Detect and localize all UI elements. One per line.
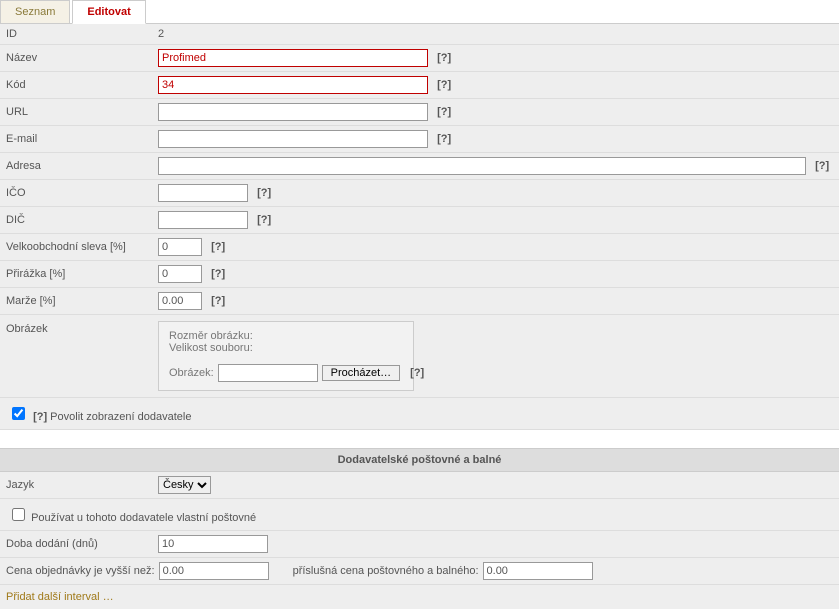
- section-shipping-title: Dodavatelské poštovné a balné: [0, 448, 839, 472]
- input-email[interactable]: [158, 130, 428, 148]
- help-icon[interactable]: [?]: [257, 214, 271, 226]
- label-language: Jazyk: [0, 472, 152, 499]
- input-order-gt[interactable]: [159, 562, 269, 580]
- tab-editovat[interactable]: Editovat: [72, 0, 145, 24]
- checkbox-allow-display[interactable]: [12, 407, 25, 420]
- label-code: Kód: [0, 72, 152, 99]
- value-id: 2: [152, 24, 839, 45]
- image-field-label: Obrázek:: [169, 367, 214, 379]
- help-icon[interactable]: [?]: [211, 268, 225, 280]
- help-icon[interactable]: [?]: [257, 187, 271, 199]
- browse-button[interactable]: Procházet…: [322, 365, 401, 381]
- label-delivery-days: Doba dodání (dnů): [0, 531, 152, 558]
- help-icon[interactable]: [?]: [815, 160, 829, 172]
- image-panel: Rozměr obrázku: Velikost souboru: Obráze…: [158, 321, 414, 391]
- input-address[interactable]: [158, 157, 806, 175]
- image-dim: Rozměr obrázku:: [169, 330, 403, 342]
- input-surcharge[interactable]: [158, 265, 202, 283]
- help-icon[interactable]: [?]: [437, 52, 451, 64]
- allow-display-label: Povolit zobrazení dodavatele: [50, 411, 191, 423]
- add-interval-link[interactable]: Přidat další interval …: [0, 585, 839, 609]
- help-icon[interactable]: [?]: [33, 411, 47, 423]
- use-own-shipping-label: Používat u tohoto dodavatele vlastní poš…: [31, 512, 256, 524]
- label-dic: DIČ: [0, 207, 152, 234]
- input-ship-price[interactable]: [483, 562, 593, 580]
- checkbox-use-own-shipping[interactable]: [12, 508, 25, 521]
- input-name[interactable]: [158, 49, 428, 67]
- help-icon[interactable]: [?]: [211, 241, 225, 253]
- image-size: Velikost souboru:: [169, 342, 403, 354]
- help-icon[interactable]: [?]: [437, 133, 451, 145]
- label-address: Adresa: [0, 153, 152, 180]
- label-order-gt: Cena objednávky je vyšší než:: [6, 565, 155, 577]
- input-wholesale[interactable]: [158, 238, 202, 256]
- label-image: Obrázek: [0, 315, 152, 398]
- label-url: URL: [0, 99, 152, 126]
- input-image-path[interactable]: [218, 364, 318, 382]
- input-margin[interactable]: [158, 292, 202, 310]
- help-icon[interactable]: [?]: [410, 367, 424, 379]
- label-ico: IČO: [0, 180, 152, 207]
- help-icon[interactable]: [?]: [437, 79, 451, 91]
- input-delivery-days[interactable]: [158, 535, 268, 553]
- help-icon[interactable]: [?]: [211, 295, 225, 307]
- help-icon[interactable]: [?]: [437, 106, 451, 118]
- tab-seznam[interactable]: Seznam: [0, 0, 70, 23]
- label-ship-price: příslušná cena poštovného a balného:: [293, 565, 479, 577]
- label-surcharge: Přirážka [%]: [0, 261, 152, 288]
- input-dic[interactable]: [158, 211, 248, 229]
- label-id: ID: [0, 24, 152, 45]
- label-margin: Marže [%]: [0, 288, 152, 315]
- select-language[interactable]: Česky: [158, 476, 211, 494]
- input-code[interactable]: [158, 76, 428, 94]
- label-email: E-mail: [0, 126, 152, 153]
- label-name: Název: [0, 45, 152, 72]
- input-url[interactable]: [158, 103, 428, 121]
- input-ico[interactable]: [158, 184, 248, 202]
- label-wholesale: Velkoobchodní sleva [%]: [0, 234, 152, 261]
